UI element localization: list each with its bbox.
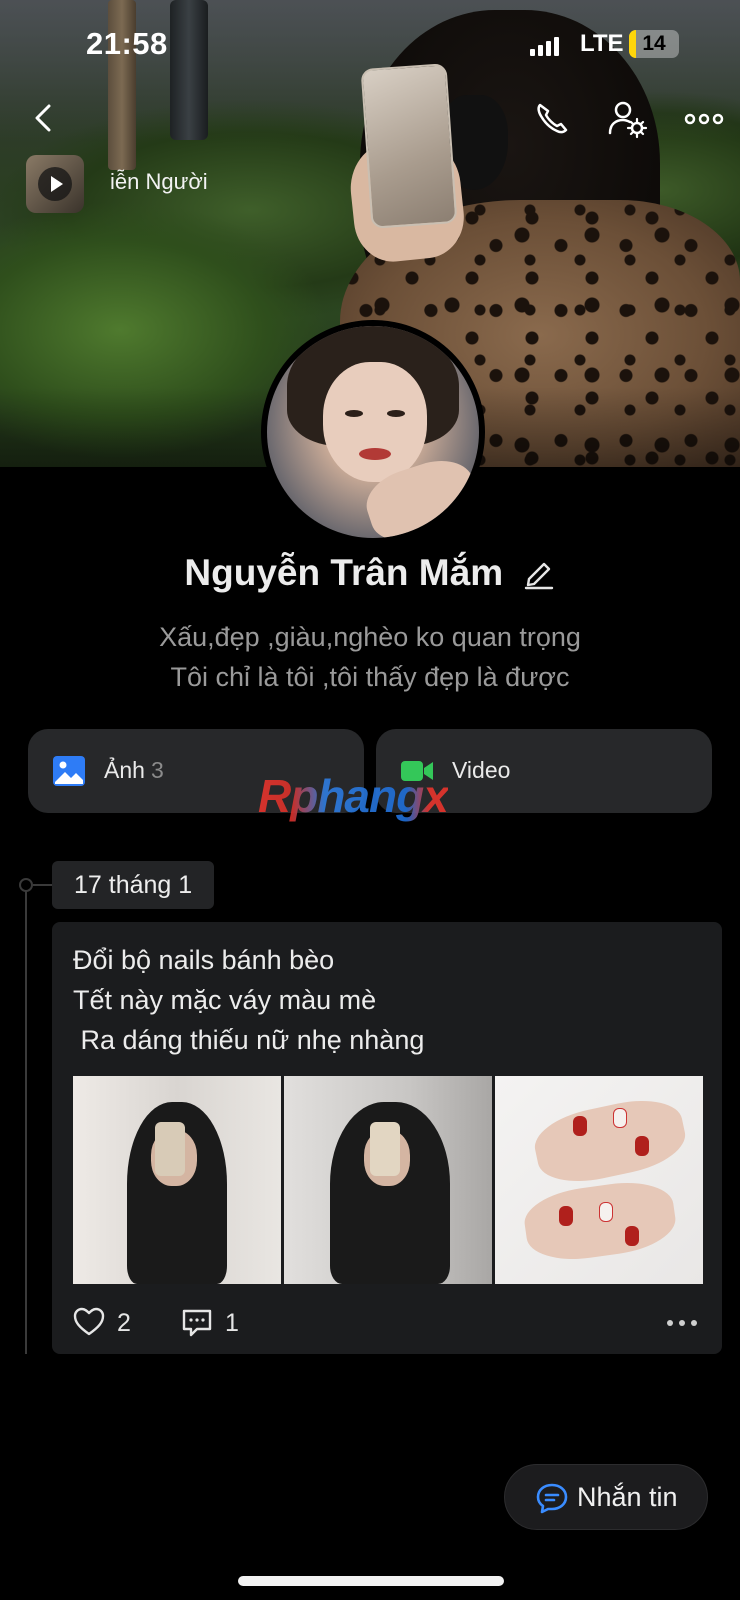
battery-icon: 14 <box>629 30 679 58</box>
comment-count: 1 <box>225 1309 239 1337</box>
message-button[interactable]: Nhắn tin <box>504 1464 708 1530</box>
timeline-line <box>25 884 27 1354</box>
video-label: Video <box>452 757 511 783</box>
friend-settings-icon <box>608 101 648 139</box>
comment-icon <box>182 1309 212 1337</box>
more-icon <box>684 113 724 125</box>
comment-button[interactable]: 1 <box>181 1305 261 1341</box>
post-photo-grid <box>73 1076 703 1284</box>
battery-level: 14 <box>642 32 666 55</box>
network-type: LTE <box>580 30 624 57</box>
pencil-icon <box>524 562 553 590</box>
call-button[interactable] <box>530 97 574 141</box>
message-label: Nhắn tin <box>577 1482 678 1512</box>
photos-label: Ảnh 3 <box>104 757 164 783</box>
home-indicator[interactable] <box>238 1576 504 1586</box>
chat-bubble-icon <box>536 1483 568 1514</box>
image-icon <box>53 756 85 786</box>
post-actions: 2 1 <box>73 1305 703 1341</box>
play-icon[interactable] <box>38 167 72 201</box>
more-dots-icon <box>667 1320 697 1326</box>
timeline-date: 17 tháng 1 <box>52 861 215 909</box>
friend-settings-button[interactable] <box>606 97 650 141</box>
back-button[interactable] <box>26 100 62 136</box>
post-text: Đổi bộ nails bánh bèo Tết này mặc váy mà… <box>73 945 425 1055</box>
profile-name-row: Nguyễn Trân Mắm <box>0 552 740 594</box>
post-more-button[interactable] <box>665 1309 699 1337</box>
post-card[interactable]: Đổi bộ nails bánh bèo Tết này mặc váy mà… <box>52 922 722 1354</box>
timeline-connector <box>33 884 53 886</box>
like-button[interactable]: 2 <box>73 1305 153 1341</box>
music-title: iễn Người <box>110 169 208 194</box>
status-time: 21:58 <box>86 26 168 61</box>
post-photo[interactable] <box>73 1076 281 1284</box>
watermark-logo: Rphangx <box>258 770 449 822</box>
profile-name: Nguyễn Trân Mắm <box>184 552 504 593</box>
post-photo[interactable] <box>495 1076 703 1284</box>
heart-icon <box>73 1307 105 1336</box>
bio-line-1: Xấu,đẹp ,giàu,nghèo ko quan trọng <box>159 622 581 652</box>
back-arrow-icon <box>35 104 51 132</box>
timeline-dot <box>19 878 33 892</box>
signal-icon <box>530 36 560 56</box>
profile-bio: Xấu,đẹp ,giàu,nghèo ko quan trọng Tôi ch… <box>0 617 740 697</box>
profile-music[interactable]: iễn Người <box>26 155 256 213</box>
phone-icon <box>537 103 568 134</box>
bio-line-2: Tôi chỉ là tôi ,tôi thấy đẹp là được <box>170 662 570 692</box>
post-photo[interactable] <box>284 1076 492 1284</box>
more-button[interactable] <box>682 97 726 141</box>
edit-name-button[interactable] <box>522 556 556 590</box>
photos-count: 3 <box>150 757 164 783</box>
avatar[interactable] <box>261 320 485 544</box>
status-bar: 21:58 LTE 14 <box>0 0 740 90</box>
like-count: 2 <box>117 1309 131 1337</box>
music-thumbnail <box>26 155 84 213</box>
avatar-image <box>267 326 479 538</box>
